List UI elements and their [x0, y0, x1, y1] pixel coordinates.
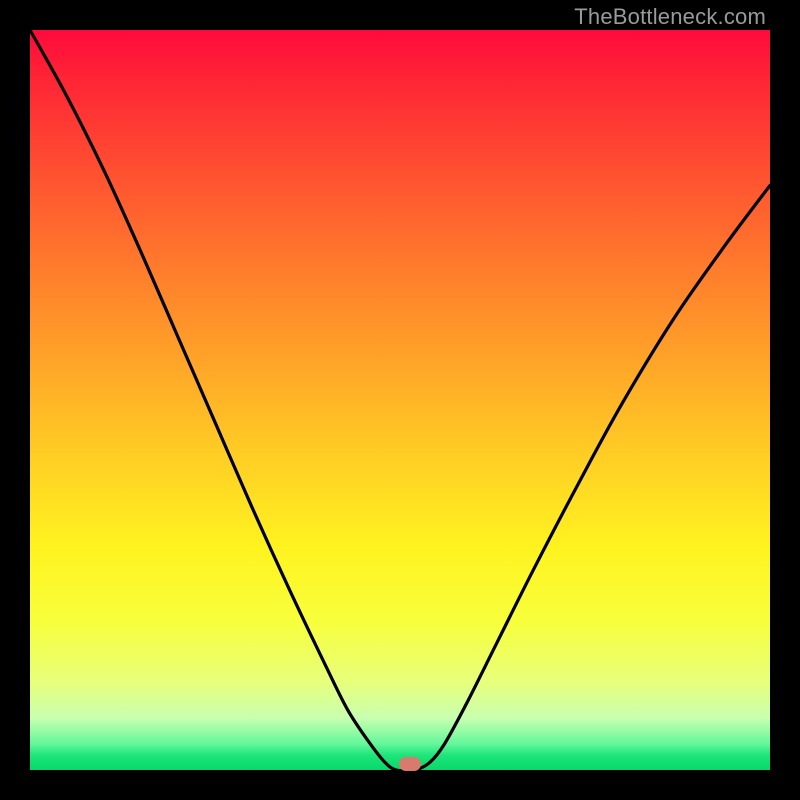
chart-frame: TheBottleneck.com — [0, 0, 800, 800]
optimum-marker — [399, 757, 421, 771]
watermark-text: TheBottleneck.com — [574, 4, 766, 30]
plot-area — [30, 30, 770, 770]
bottleneck-curve — [30, 30, 770, 770]
